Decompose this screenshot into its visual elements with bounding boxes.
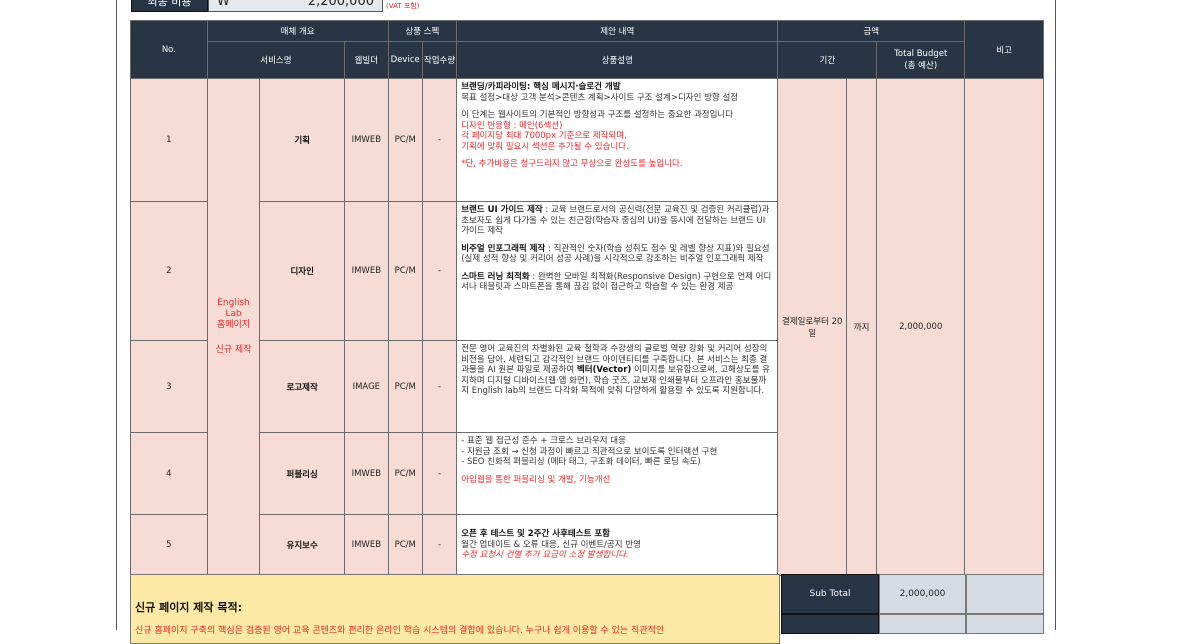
period-to: 까지 [846, 78, 878, 576]
row-category: 기획 [259, 78, 346, 202]
row-category: 퍼블리싱 [259, 432, 346, 515]
row-number: 1 [130, 78, 208, 202]
row-device: PC/M [387, 201, 423, 341]
vat-value-cell [879, 614, 966, 634]
vat-note: (VAT 포함) [386, 2, 420, 10]
desc-title: 비주얼 인포그래픽 제작 [461, 243, 546, 254]
page-frame-left [116, 0, 117, 630]
row-builder: IMWEB [344, 432, 389, 515]
vat-label-cell [781, 614, 879, 634]
service-name: English Lab 홈페이지 신규 제작 [208, 298, 260, 356]
row-description: - 표준 웹 접근성 준수 + 크로스 브라우저 대응 - 지원금 조회 → 신… [456, 432, 779, 515]
row-category: 로고제작 [259, 340, 346, 433]
row-builder: IMWEB [344, 78, 389, 202]
final-cost-value: 2,200,000 [307, 0, 374, 9]
table-row: 1 English Lab 홈페이지 신규 제작 기획 IMWEB PC/M -… [130, 78, 1044, 576]
header-work-qty: 작업수량 [421, 41, 458, 79]
row-number: 2 [130, 201, 208, 341]
header-service-name: 서비스명 [206, 41, 346, 79]
row-qty: - [421, 201, 458, 341]
purpose-title: 신규 페이지 제작 목적: [135, 601, 242, 614]
service-name-line3: 홈페이지 [216, 320, 251, 330]
desc-text: 목표 설정>대상 고객 분석>콘텐츠 계획>사이트 구조 설계>디자인 방향 설… [461, 92, 739, 103]
header-period: 기간 [777, 41, 878, 79]
total-budget-sublabel: (총 예산) [904, 61, 938, 71]
row-description: 오픈 후 테스트 및 2주간 사후테스트 포함 월간 업데이트 & 오류 대응,… [456, 514, 779, 576]
desc-title: 오픈 후 테스트 및 2주간 사후테스트 포함 [461, 529, 610, 540]
header-amount: 금액 [777, 20, 966, 42]
desc-red-note: 디자인 반응형 : 메인(6섹션) [461, 120, 563, 131]
header-device: Device [387, 41, 423, 79]
row-description: 브랜딩/카피라이팅: 핵심 메시지·슬로건 개발 목표 설정>대상 고객 분석>… [456, 78, 779, 202]
row-builder: IMWEB [344, 514, 389, 576]
desc-bold: 벡터(Vector) [576, 365, 632, 375]
row-qty: - [421, 514, 458, 576]
subtotal-remarks-cell [966, 574, 1044, 614]
row-description: 브랜드 UI 가이드 제작 : 교육 브랜드로서의 공신력(전문 교육진 및 검… [456, 201, 779, 341]
desc-list-item: - 표준 웹 접근성 준수 + 크로스 브라우저 대응 [461, 436, 626, 446]
vat-remarks-cell [966, 614, 1044, 634]
row-builder: IMAGE [344, 340, 389, 433]
remarks-cell [964, 78, 1044, 576]
header-product-desc: 상품설명 [456, 41, 779, 79]
row-device: PC/M [387, 340, 423, 433]
header-product-spec: 상품 스펙 [387, 20, 458, 42]
desc-red-note: 아임웹을 통한 퍼블리싱 및 개발, 기능개선 [461, 474, 611, 485]
row-description: 전문 영어 교육진의 차별화된 교육 철학과 수강생의 글로벌 역량 강화 및 … [456, 340, 779, 433]
row-category: 유지보수 [259, 514, 346, 576]
total-budget-value: 2,000,000 [876, 78, 966, 576]
row-device: PC/M [387, 78, 423, 202]
desc-list-item: - SEO 친화적 퍼블리싱 (메타 태그, 구조화 데이터, 빠른 로딩 속도… [461, 457, 701, 467]
row-qty: - [421, 78, 458, 202]
row-qty: - [421, 340, 458, 433]
header-total-budget: Total Budget (총 예산) [876, 41, 966, 79]
row-number: 3 [130, 340, 208, 433]
row-builder: IMWEB [344, 201, 389, 341]
subtotal-label: Sub Total [781, 574, 879, 614]
subtotal-value: 2,000,000 [879, 574, 966, 614]
header-no: No. [130, 20, 208, 79]
desc-red-note: 각 페이지당 최대 7000px 기준으로 제작되며, [461, 131, 627, 141]
row-device: PC/M [387, 514, 423, 576]
page-frame-right [1055, 0, 1056, 630]
desc-red-note: 기획에 맞춰 필요시 섹션은 추가될 수 있습니다. [461, 141, 629, 152]
header-proposal: 제안 내역 [456, 20, 779, 42]
desc-red-note: *단, 추가비용은 청구드리지 않고 무상으로 완성도를 높입니다. [461, 159, 683, 169]
service-name-line1: English [217, 298, 250, 308]
row-number: 5 [130, 514, 208, 576]
desc-red-note: 수정 요청시 건별 추가 요금이 소정 발생합니다. [461, 550, 629, 561]
header-media-overview: 매체 개요 [206, 20, 389, 42]
currency-symbol: W [217, 0, 230, 9]
row-device: PC/M [387, 432, 423, 515]
final-cost-bar: 최종 비용 W 2,200,000 [131, 0, 383, 12]
quote-table: No. 매체 개요 상품 스펙 제안 내역 금액 비고 서비스명 웹빌더 Dev… [130, 20, 1044, 576]
total-budget-label: Total Budget [894, 49, 948, 59]
period-from: 결제일로부터 20일 [777, 78, 848, 576]
service-name-cell: English Lab 홈페이지 신규 제작 [206, 78, 261, 576]
header-web-builder: 웹빌더 [344, 41, 389, 79]
final-cost-amount: W 2,200,000 [208, 0, 383, 12]
row-qty: - [421, 432, 458, 515]
desc-text: 월간 업데이트 & 오류 대응, 신규 이벤트/공지 반영 [461, 539, 641, 550]
purpose-section: 신규 페이지 제작 목적: 신규 홈페이지 구축의 핵심은 검증된 영어 교육 … [130, 574, 780, 644]
service-name-line2: Lab [225, 309, 242, 319]
desc-title: 브랜딩/카피라이팅: 핵심 메시지·슬로건 개발 [461, 82, 621, 92]
service-type: 신규 제작 [215, 345, 252, 355]
desc-list-item: - 지원금 조회 → 신청 과정이 빠르고 직관적으로 보이도록 인터랙션 구현 [461, 446, 718, 457]
header-remarks: 비고 [964, 20, 1044, 79]
desc-text: 이 단계는 웹사이트의 기본적인 방향성과 구조를 설정하는 중요한 과정입니다 [461, 110, 734, 120]
desc-title: 브랜드 UI 가이드 제작 [461, 205, 543, 215]
row-category: 디자인 [259, 201, 346, 341]
row-number: 4 [130, 432, 208, 515]
desc-title: 스마트 러닝 최적화 [461, 271, 530, 282]
final-cost-label: 최종 비용 [131, 0, 208, 12]
